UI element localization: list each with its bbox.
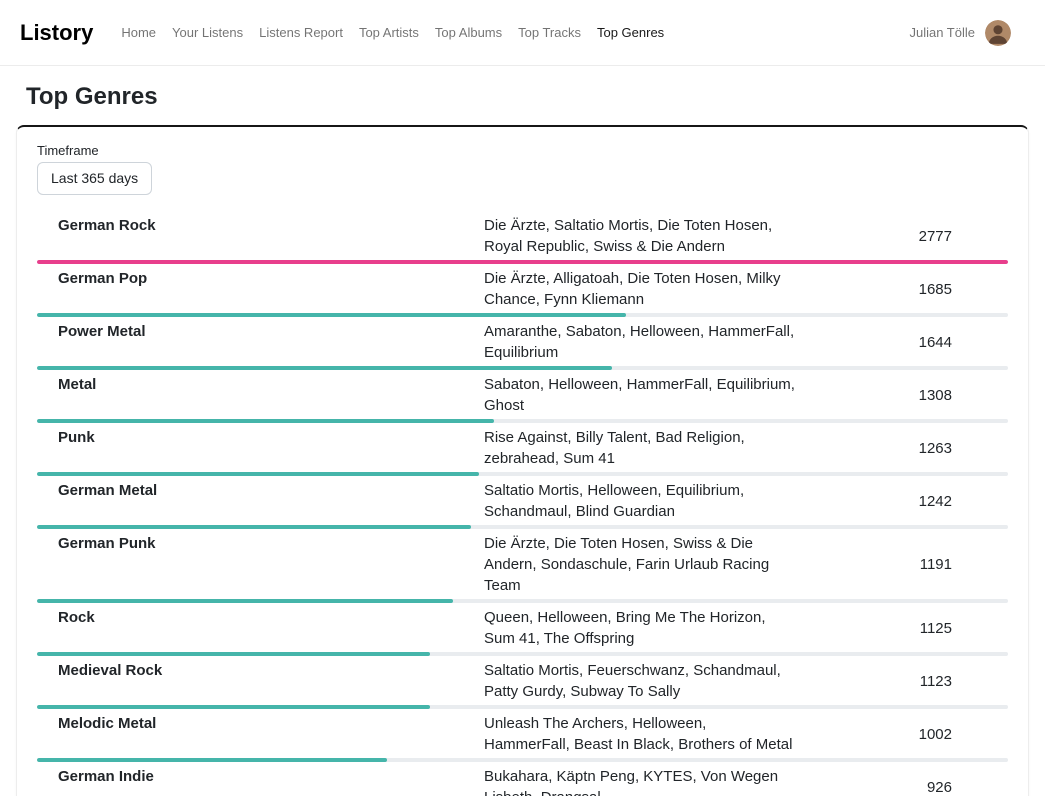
genre-listen-count: 2777	[796, 228, 1008, 245]
genre-row: German Metal Saltatio Mortis, Helloween,…	[37, 476, 1008, 529]
genre-name: German Metal	[37, 480, 484, 501]
genre-listen-count: 926	[796, 779, 1008, 796]
nav-item-top-artists[interactable]: Top Artists	[351, 17, 427, 48]
genre-top-artists: Die Ärzte, Die Toten Hosen, Swiss & Die …	[484, 533, 796, 596]
genre-top-artists: Saltatio Mortis, Helloween, Equilibrium,…	[484, 480, 796, 522]
genre-top-artists: Rise Against, Billy Talent, Bad Religion…	[484, 427, 796, 469]
genre-top-artists: Sabaton, Helloween, HammerFall, Equilibr…	[484, 374, 796, 416]
genre-listen-count: 1644	[796, 334, 1008, 351]
genre-table: German Rock Die Ärzte, Saltatio Mortis, …	[37, 211, 1008, 796]
genre-listen-count: 1263	[796, 440, 1008, 457]
genre-name: Medieval Rock	[37, 660, 484, 681]
page-title: Top Genres	[26, 83, 1029, 111]
nav-item-listens-report[interactable]: Listens Report	[251, 17, 351, 48]
genre-row: Punk Rise Against, Billy Talent, Bad Rel…	[37, 423, 1008, 476]
genre-name: Rock	[37, 607, 484, 628]
nav-item-top-tracks[interactable]: Top Tracks	[510, 17, 589, 48]
genre-name: Metal	[37, 374, 484, 395]
genre-row: German Rock Die Ärzte, Saltatio Mortis, …	[37, 211, 1008, 264]
genre-name: Power Metal	[37, 321, 484, 342]
timeframe-select-button[interactable]: Last 365 days	[37, 162, 152, 195]
genre-listen-count: 1685	[796, 281, 1008, 298]
genre-listen-count: 1308	[796, 387, 1008, 404]
genre-row: German Indie Bukahara, Käptn Peng, KYTES…	[37, 762, 1008, 796]
timeframe-label: Timeframe	[37, 143, 1008, 158]
genre-top-artists: Die Ärzte, Alligatoah, Die Toten Hosen, …	[484, 268, 796, 310]
nav-item-top-genres[interactable]: Top Genres	[589, 17, 672, 48]
genre-row: Power Metal Amaranthe, Sabaton, Hellowee…	[37, 317, 1008, 370]
navbar: Listory HomeYour ListensListens ReportTo…	[0, 0, 1045, 66]
genre-listen-count: 1191	[796, 556, 1008, 573]
genre-top-artists: Bukahara, Käptn Peng, KYTES, Von Wegen L…	[484, 766, 796, 796]
genre-top-artists: Amaranthe, Sabaton, Helloween, HammerFal…	[484, 321, 796, 363]
user-avatar-icon[interactable]	[985, 20, 1011, 46]
genre-name: Punk	[37, 427, 484, 448]
genre-top-artists: Queen, Helloween, Bring Me The Horizon, …	[484, 607, 796, 649]
user-name: Julian Tölle	[909, 25, 975, 40]
genre-name: German Pop	[37, 268, 484, 289]
genre-row: German Pop Die Ärzte, Alligatoah, Die To…	[37, 264, 1008, 317]
brand-logo[interactable]: Listory	[20, 20, 93, 46]
genre-listen-count: 1125	[796, 620, 1008, 637]
main-content: Top Genres Timeframe Last 365 days Germa…	[0, 83, 1045, 796]
genre-top-artists: Die Ärzte, Saltatio Mortis, Die Toten Ho…	[484, 215, 796, 257]
nav-links: HomeYour ListensListens ReportTop Artist…	[113, 17, 909, 48]
genre-name: German Indie	[37, 766, 484, 787]
genre-name: German Rock	[37, 215, 484, 236]
top-genres-card: Timeframe Last 365 days German Rock Die …	[16, 125, 1029, 796]
timeframe-group: Timeframe Last 365 days	[37, 143, 1008, 195]
genre-row: German Punk Die Ärzte, Die Toten Hosen, …	[37, 529, 1008, 603]
nav-item-your-listens[interactable]: Your Listens	[164, 17, 251, 48]
genre-top-artists: Saltatio Mortis, Feuerschwanz, Schandmau…	[484, 660, 796, 702]
nav-item-top-albums[interactable]: Top Albums	[427, 17, 510, 48]
genre-row: Metal Sabaton, Helloween, HammerFall, Eq…	[37, 370, 1008, 423]
nav-item-home[interactable]: Home	[113, 17, 164, 48]
genre-name: Melodic Metal	[37, 713, 484, 734]
genre-row: Melodic Metal Unleash The Archers, Hello…	[37, 709, 1008, 762]
genre-listen-count: 1123	[796, 673, 1008, 690]
genre-listen-count: 1002	[796, 726, 1008, 743]
genre-name: German Punk	[37, 533, 484, 554]
genre-top-artists: Unleash The Archers, Helloween, HammerFa…	[484, 713, 796, 755]
genre-row: Rock Queen, Helloween, Bring Me The Hori…	[37, 603, 1008, 656]
genre-listen-count: 1242	[796, 493, 1008, 510]
user-menu[interactable]: Julian Tölle	[909, 20, 1011, 46]
genre-row: Medieval Rock Saltatio Mortis, Feuerschw…	[37, 656, 1008, 709]
